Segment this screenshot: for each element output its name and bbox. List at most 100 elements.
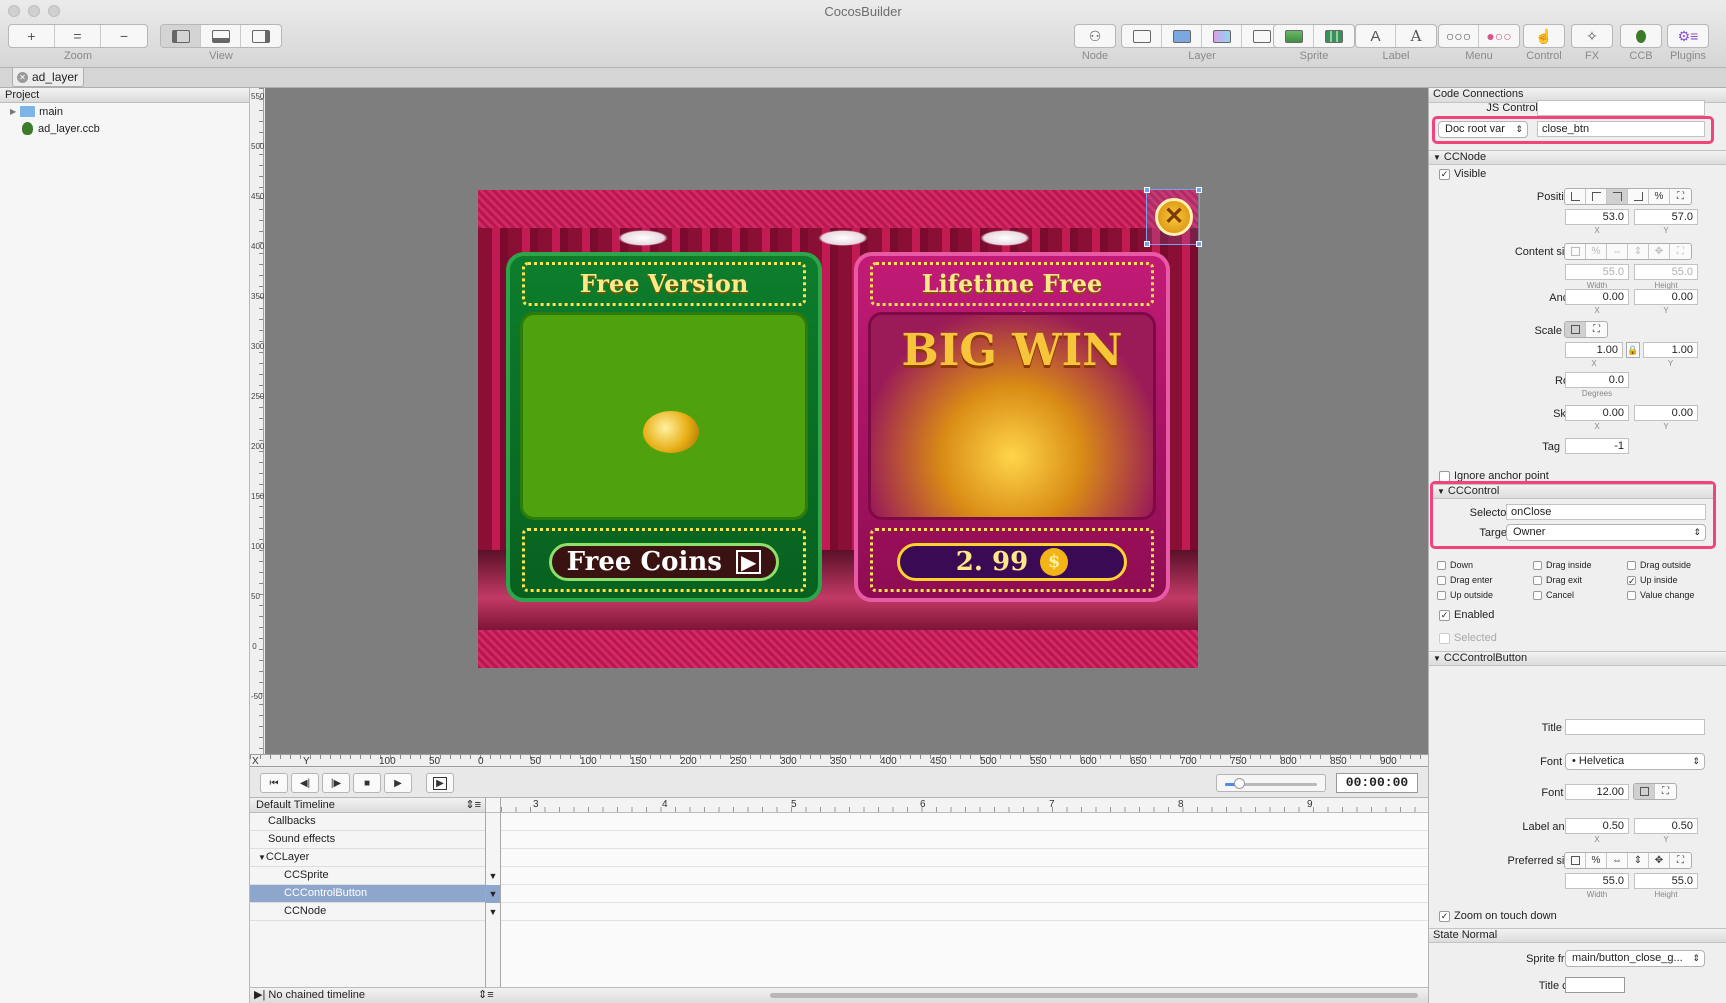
multiply-scale-icon[interactable]: ⛶ <box>1586 322 1607 337</box>
close-tab-icon[interactable]: ✕ <box>17 71 28 83</box>
add-control-button[interactable]: ☝ <box>1524 25 1564 47</box>
free-version-panel[interactable]: Free Version Free Coins ▶ <box>506 252 822 602</box>
event-drag-inside[interactable]: Drag inside <box>1533 560 1592 570</box>
anchor-x-field[interactable]: 0.00 <box>1565 289 1629 305</box>
title-color-well[interactable] <box>1565 977 1625 993</box>
project-item-main[interactable]: ▶ main <box>0 103 249 120</box>
add-menu-button[interactable]: ○○○ <box>1439 25 1479 47</box>
stage-ad-layer[interactable]: Free Version Free Coins ▶ Lifetime Free … <box>478 190 1198 668</box>
checkbox-box[interactable] <box>1533 575 1542 585</box>
checkbox-box[interactable] <box>1627 560 1636 570</box>
inset-both-icon[interactable]: ✥ <box>1649 853 1670 868</box>
inset-height-icon[interactable]: ⇕ <box>1628 853 1649 868</box>
scale-type-segmented[interactable]: ⛶ <box>1564 321 1608 338</box>
add-menu-item-button[interactable]: ●○○ <box>1479 25 1519 47</box>
event-down[interactable]: Down <box>1437 560 1473 570</box>
timeline-row-callbacks[interactable]: Callbacks <box>250 813 485 831</box>
multiply-size-icon[interactable]: ⛶ <box>1655 784 1676 799</box>
event-up-inside[interactable]: ✓ Up inside <box>1627 575 1678 585</box>
free-coins-button[interactable]: Free Coins ▶ <box>549 543 779 581</box>
add-scale9-sprite-button[interactable] <box>1314 25 1354 47</box>
font-face-select[interactable]: • Helvetica ⇕ <box>1565 753 1705 770</box>
font-size-field[interactable]: 12.00 <box>1565 784 1629 800</box>
project-item-ad-layer[interactable]: ad_layer.ccb <box>0 120 249 137</box>
disclosure-triangle-icon[interactable]: ▼ <box>258 853 266 862</box>
zoom-on-touch-checkbox[interactable]: ✓ Zoom on touch down <box>1439 910 1557 922</box>
collapse-triangle-icon[interactable]: ▼ <box>1433 654 1441 663</box>
add-layer-button[interactable] <box>1122 25 1162 47</box>
preferred-height-field[interactable]: 55.0 <box>1634 873 1698 889</box>
pos-top-left-icon[interactable] <box>1586 189 1607 204</box>
position-type-segmented[interactable]: % ⛶ <box>1564 188 1692 205</box>
timeline-row-ccnode[interactable]: CCNode <box>250 903 485 921</box>
timeline-horizontal-scrollbar[interactable] <box>770 993 1418 998</box>
add-node-button[interactable]: ⚇ <box>1075 25 1115 47</box>
event-drag-outside[interactable]: Drag outside <box>1627 560 1691 570</box>
collapse-triangle-icon[interactable]: ▼ <box>1437 487 1445 496</box>
checkbox-box[interactable] <box>1439 470 1450 482</box>
skew-x-field[interactable]: 0.00 <box>1565 405 1629 421</box>
add-fx-button[interactable]: ✧ <box>1572 25 1612 47</box>
add-bmfont-label-button[interactable]: A <box>1396 25 1436 47</box>
selection-handle[interactable] <box>1196 241 1202 247</box>
checkbox-box[interactable] <box>1627 590 1636 600</box>
font-size-type-segmented[interactable]: ⛶ <box>1633 783 1677 800</box>
expand-properties-icon[interactable]: ▼ <box>486 867 500 885</box>
checkbox-box[interactable] <box>1437 560 1446 570</box>
checkbox-box[interactable]: ✓ <box>1439 168 1450 180</box>
event-drag-exit[interactable]: Drag exit <box>1533 575 1582 585</box>
title-field[interactable] <box>1565 719 1705 735</box>
scale-icon[interactable]: ⛶ <box>1670 853 1691 868</box>
rotation-field[interactable]: 0.0 <box>1565 372 1629 388</box>
event-value-change[interactable]: Value change <box>1627 590 1694 600</box>
pos-top-right-icon[interactable] <box>1607 189 1628 204</box>
expand-properties-icon[interactable]: ▼ <box>486 903 500 921</box>
timeline-row-cccontrolbutton[interactable]: CCControlButton <box>250 885 485 903</box>
timeline-row-cclayer[interactable]: ▼CCLayer <box>250 849 485 867</box>
step-forward-button[interactable]: |▶ <box>322 773 350 793</box>
enabled-checkbox[interactable]: ✓ Enabled <box>1439 609 1494 621</box>
play-selected-button[interactable]: ▶ <box>426 773 454 793</box>
chained-menu-icon[interactable]: ⇕≡ <box>478 988 494 1003</box>
checkbox-box[interactable] <box>1437 590 1446 600</box>
view-right-panel-button[interactable] <box>241 25 281 47</box>
add-ccb-file-button[interactable] <box>1621 25 1661 47</box>
lifetime-version-panel[interactable]: Lifetime Free Version BIG WIN 2. 99 $ <box>854 252 1170 602</box>
zoom-reset-button[interactable]: = <box>55 25 101 47</box>
position-y-field[interactable]: 57.0 <box>1634 209 1698 225</box>
checkbox-box[interactable]: ✓ <box>1439 609 1450 621</box>
timeline-keyframe-area[interactable]: 3 4 5 6 7 8 9 <box>501 798 1428 1003</box>
checkbox-box[interactable]: ✓ <box>1439 910 1450 922</box>
play-button[interactable]: ▶ <box>384 773 412 793</box>
scale-y-field[interactable]: 1.00 <box>1643 342 1698 358</box>
scale-x-field[interactable]: 1.00 <box>1565 342 1623 358</box>
add-sprite-button[interactable] <box>1274 25 1314 47</box>
expand-properties-icon[interactable]: ▼ <box>486 885 500 903</box>
view-bottom-panel-button[interactable] <box>201 25 241 47</box>
close-button-selected[interactable]: ✕ <box>1144 187 1202 247</box>
doc-root-var-select[interactable]: Doc root var ⇕ <box>1438 121 1528 138</box>
lock-aspect-icon[interactable]: 🔒 <box>1626 342 1640 358</box>
timeline-zoom-slider[interactable] <box>1216 774 1326 792</box>
document-tab[interactable]: ✕ ad_layer <box>12 68 84 87</box>
disclosure-triangle-icon[interactable]: ▶ <box>10 107 16 116</box>
zoom-in-button[interactable]: + <box>9 25 55 47</box>
label-anchor-y-field[interactable]: 0.50 <box>1634 818 1698 834</box>
selection-handle[interactable] <box>1144 187 1150 193</box>
slider-knob[interactable] <box>1234 778 1246 789</box>
absolute-size-icon[interactable] <box>1634 784 1655 799</box>
percent-icon[interactable]: % <box>1649 189 1670 204</box>
timeline-row-sound-effects[interactable]: Sound effects <box>250 831 485 849</box>
timeline-menu-icon[interactable]: ⇕≡ <box>465 798 481 812</box>
selection-handle[interactable] <box>1144 241 1150 247</box>
inset-width-icon[interactable]: ⇔ <box>1607 853 1628 868</box>
view-left-panel-button[interactable] <box>161 25 201 47</box>
tag-field[interactable]: -1 <box>1565 438 1629 454</box>
skew-y-field[interactable]: 0.00 <box>1634 405 1698 421</box>
points-icon[interactable] <box>1565 853 1586 868</box>
checkbox-box[interactable] <box>1533 590 1542 600</box>
step-back-button[interactable]: ◀| <box>291 773 319 793</box>
price-button[interactable]: 2. 99 $ <box>897 543 1127 581</box>
event-up-outside[interactable]: Up outside <box>1437 590 1493 600</box>
checkbox-box[interactable] <box>1533 560 1542 570</box>
